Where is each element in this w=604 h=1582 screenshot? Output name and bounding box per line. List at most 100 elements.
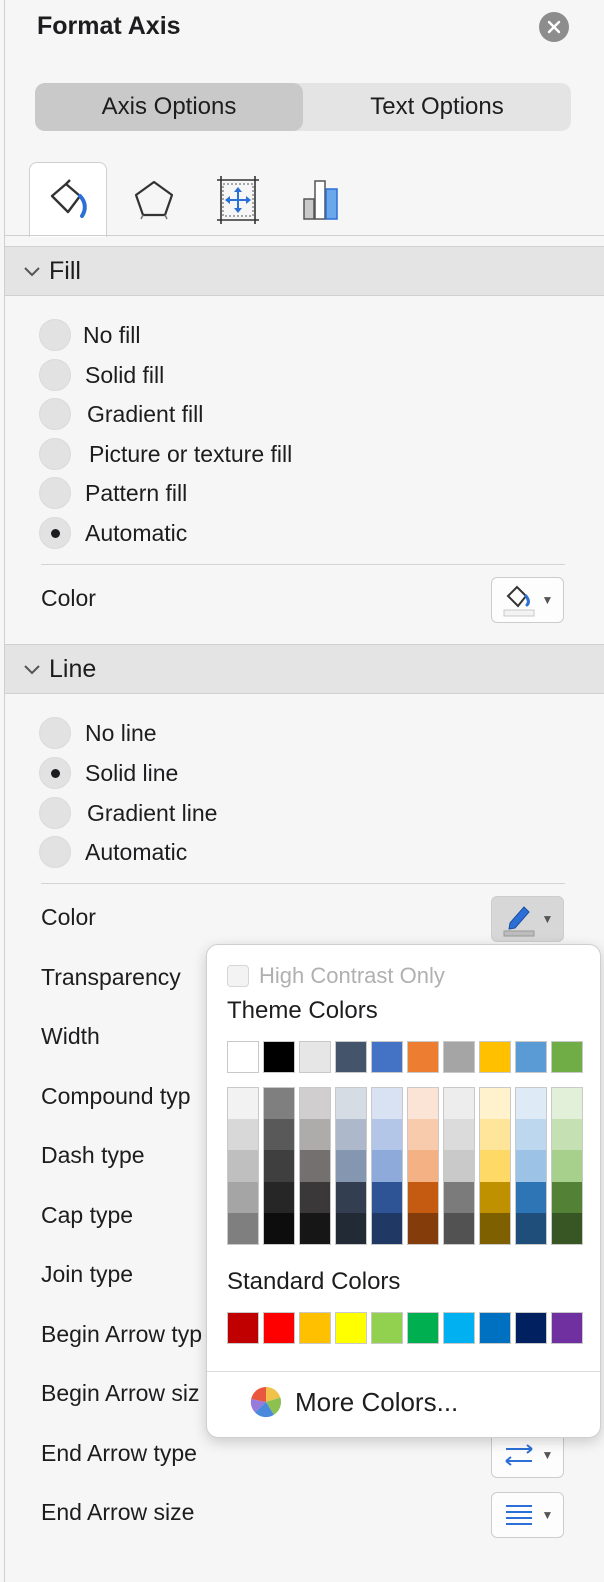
theme-shade-swatch[interactable] xyxy=(516,1119,546,1151)
theme-color-swatch[interactable] xyxy=(515,1041,547,1073)
standard-color-swatch[interactable] xyxy=(551,1312,583,1344)
radio-pattern-fill[interactable]: Pattern fill xyxy=(39,476,187,510)
standard-color-swatch[interactable] xyxy=(335,1312,367,1344)
line-section-header[interactable]: Line xyxy=(5,644,604,694)
radio-button[interactable] xyxy=(39,477,71,509)
radio-button-selected[interactable] xyxy=(39,757,71,789)
theme-shade-swatch[interactable] xyxy=(480,1212,510,1244)
standard-color-swatch[interactable] xyxy=(299,1312,331,1344)
radio-button[interactable] xyxy=(39,319,71,351)
tab-text-options[interactable]: Text Options xyxy=(303,83,571,131)
theme-shade-swatch[interactable] xyxy=(408,1181,438,1213)
theme-shade-swatch[interactable] xyxy=(264,1150,294,1182)
theme-shade-swatch[interactable] xyxy=(444,1212,474,1244)
radio-button[interactable] xyxy=(39,438,71,470)
radio-solid-line[interactable]: Solid line xyxy=(39,756,178,790)
theme-shade-swatch[interactable] xyxy=(552,1181,582,1213)
theme-shade-swatch[interactable] xyxy=(264,1119,294,1151)
theme-color-swatch[interactable] xyxy=(263,1041,295,1073)
end-arrow-size-picker[interactable]: ▼ xyxy=(491,1492,564,1538)
theme-shade-swatch[interactable] xyxy=(480,1119,510,1151)
theme-shade-swatch[interactable] xyxy=(264,1088,294,1120)
theme-shade-swatch[interactable] xyxy=(228,1119,258,1151)
theme-shade-swatch[interactable] xyxy=(552,1212,582,1244)
line-color-picker[interactable]: ▼ xyxy=(491,896,564,942)
standard-color-swatch[interactable] xyxy=(515,1312,547,1344)
theme-shade-swatch[interactable] xyxy=(300,1119,330,1151)
high-contrast-checkbox[interactable]: High Contrast Only xyxy=(227,963,445,989)
theme-shade-swatch[interactable] xyxy=(480,1181,510,1213)
radio-no-line[interactable]: No line xyxy=(39,716,157,750)
close-button[interactable] xyxy=(539,12,569,42)
theme-shade-swatch[interactable] xyxy=(444,1150,474,1182)
theme-color-swatch[interactable] xyxy=(479,1041,511,1073)
theme-shade-swatch[interactable] xyxy=(300,1150,330,1182)
theme-shade-swatch[interactable] xyxy=(408,1088,438,1120)
tab-size-properties[interactable] xyxy=(199,162,277,236)
theme-shade-swatch[interactable] xyxy=(228,1150,258,1182)
theme-shade-swatch[interactable] xyxy=(516,1212,546,1244)
theme-color-swatch[interactable] xyxy=(299,1041,331,1073)
tab-axis-options[interactable]: Axis Options xyxy=(35,83,303,131)
theme-shade-swatch[interactable] xyxy=(444,1181,474,1213)
radio-automatic-fill[interactable]: Automatic xyxy=(39,516,187,550)
theme-shade-swatch[interactable] xyxy=(408,1150,438,1182)
theme-shade-swatch[interactable] xyxy=(336,1150,366,1182)
radio-solid-fill[interactable]: Solid fill xyxy=(39,358,164,392)
end-arrow-type-picker[interactable]: ▼ xyxy=(491,1432,564,1478)
standard-color-swatch[interactable] xyxy=(479,1312,511,1344)
theme-shade-swatch[interactable] xyxy=(444,1119,474,1151)
radio-button-selected[interactable] xyxy=(39,517,71,549)
theme-color-swatch[interactable] xyxy=(335,1041,367,1073)
theme-shade-swatch[interactable] xyxy=(228,1088,258,1120)
theme-shade-swatch[interactable] xyxy=(372,1181,402,1213)
theme-shade-swatch[interactable] xyxy=(516,1150,546,1182)
theme-shade-swatch[interactable] xyxy=(300,1088,330,1120)
theme-shade-swatch[interactable] xyxy=(444,1088,474,1120)
theme-shade-swatch[interactable] xyxy=(300,1212,330,1244)
theme-color-swatch[interactable] xyxy=(371,1041,403,1073)
standard-color-swatch[interactable] xyxy=(227,1312,259,1344)
radio-gradient-fill[interactable]: Gradient fill xyxy=(39,397,203,431)
theme-shade-swatch[interactable] xyxy=(336,1088,366,1120)
standard-color-swatch[interactable] xyxy=(263,1312,295,1344)
theme-shade-swatch[interactable] xyxy=(264,1212,294,1244)
radio-button[interactable] xyxy=(39,836,71,868)
theme-shade-swatch[interactable] xyxy=(372,1212,402,1244)
theme-shade-swatch[interactable] xyxy=(480,1088,510,1120)
radio-picture-fill[interactable]: Picture or texture fill xyxy=(39,437,292,471)
theme-shade-swatch[interactable] xyxy=(516,1088,546,1120)
theme-shade-swatch[interactable] xyxy=(372,1088,402,1120)
radio-no-fill[interactable]: No fill xyxy=(39,318,141,352)
theme-shade-swatch[interactable] xyxy=(552,1088,582,1120)
radio-button[interactable] xyxy=(39,359,71,391)
theme-color-swatch[interactable] xyxy=(227,1041,259,1073)
radio-button[interactable] xyxy=(39,398,71,430)
theme-color-swatch[interactable] xyxy=(551,1041,583,1073)
theme-shade-swatch[interactable] xyxy=(336,1119,366,1151)
tab-axis-options-icons[interactable] xyxy=(283,162,361,236)
theme-shade-swatch[interactable] xyxy=(552,1150,582,1182)
tab-effects[interactable] xyxy=(115,162,193,236)
theme-shade-swatch[interactable] xyxy=(228,1181,258,1213)
theme-color-swatch[interactable] xyxy=(407,1041,439,1073)
radio-automatic-line[interactable]: Automatic xyxy=(39,835,187,869)
fill-section-header[interactable]: Fill xyxy=(5,246,604,296)
standard-color-swatch[interactable] xyxy=(443,1312,475,1344)
theme-shade-swatch[interactable] xyxy=(300,1181,330,1213)
theme-shade-swatch[interactable] xyxy=(408,1119,438,1151)
theme-shade-swatch[interactable] xyxy=(516,1181,546,1213)
fill-color-picker[interactable]: ▼ xyxy=(491,577,564,623)
theme-shade-swatch[interactable] xyxy=(264,1181,294,1213)
theme-shade-swatch[interactable] xyxy=(228,1212,258,1244)
theme-color-swatch[interactable] xyxy=(443,1041,475,1073)
tab-fill-line[interactable] xyxy=(29,162,107,237)
theme-shade-swatch[interactable] xyxy=(336,1181,366,1213)
theme-shade-swatch[interactable] xyxy=(372,1150,402,1182)
theme-shade-swatch[interactable] xyxy=(336,1212,366,1244)
standard-color-swatch[interactable] xyxy=(407,1312,439,1344)
standard-color-swatch[interactable] xyxy=(371,1312,403,1344)
radio-button[interactable] xyxy=(39,717,71,749)
theme-shade-swatch[interactable] xyxy=(552,1119,582,1151)
checkbox[interactable] xyxy=(227,965,249,987)
